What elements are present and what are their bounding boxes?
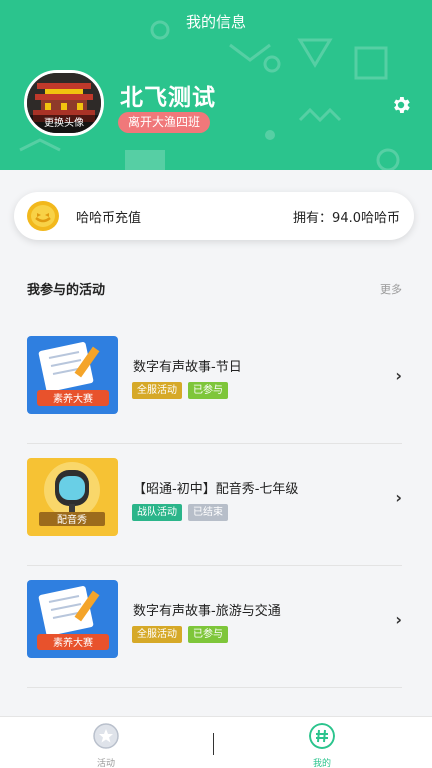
tag-status: 已参与 <box>188 626 228 643</box>
section-title: 我参与的活动 <box>27 283 106 298</box>
hash-icon <box>309 723 335 749</box>
activity-title: 数字有声故事-节日 <box>133 360 242 375</box>
thumb-label: 配音秀 <box>57 513 87 526</box>
activity-item[interactable]: 素养大赛 数字有声故事-节日 全服活动 已参与 › <box>27 322 402 444</box>
tag-status: 已结束 <box>188 504 228 521</box>
chevron-right-icon: › <box>395 366 402 385</box>
thumb-label: 素养大赛 <box>53 636 93 649</box>
chevron-right-icon: › <box>395 610 402 629</box>
star-icon <box>93 723 119 749</box>
settings-gear-icon[interactable] <box>390 94 412 116</box>
avatar[interactable]: 更换头像 <box>24 70 104 136</box>
change-avatar-label[interactable]: 更换头像 <box>27 115 101 133</box>
tag-scope: 全服活动 <box>132 626 182 643</box>
thumb-label: 素养大赛 <box>53 392 93 405</box>
activity-item[interactable]: 素养大赛 数字有声故事-旅游与交通 全服活动 已参与 › <box>27 566 402 688</box>
activity-title: 【昭通-初中】配音秀-七年级 <box>133 482 299 497</box>
coin-recharge-card[interactable]: 哈哈币充值 拥有：94.0哈哈币 <box>14 192 414 240</box>
activity-thumbnail: 素养大赛 <box>27 580 118 658</box>
user-name: 北飞测试 <box>120 85 216 111</box>
activity-thumbnail: 素养大赛 <box>27 336 118 414</box>
chevron-right-icon: › <box>395 488 402 507</box>
coin-icon <box>27 201 59 231</box>
nav-divider <box>213 733 214 755</box>
page-title: 我的信息 <box>185 12 246 31</box>
nav-label: 我的 <box>312 759 331 768</box>
nav-mine[interactable]: 我的 <box>292 723 352 768</box>
nav-label: 活动 <box>96 759 115 768</box>
activity-title: 数字有声故事-旅游与交通 <box>133 604 281 619</box>
more-link[interactable]: 更多 <box>380 281 402 297</box>
class-badge: 离开大渔四班 <box>118 112 211 133</box>
nav-activities[interactable]: 活动 <box>76 723 136 768</box>
profile-header: 我的信息 更换头像 北飞测试 离开大渔四班 <box>0 0 432 170</box>
bottom-nav: 活动 我的 <box>0 716 432 768</box>
activity-thumbnail: 配音秀 <box>27 458 118 536</box>
tag-scope: 全服活动 <box>132 382 182 399</box>
coin-recharge-label: 哈哈币充值 <box>76 211 142 226</box>
activity-item[interactable]: 配音秀 【昭通-初中】配音秀-七年级 战队活动 已结束 › <box>27 444 402 566</box>
coin-balance: 拥有：94.0哈哈币 <box>293 211 400 226</box>
tag-status: 已参与 <box>188 382 228 399</box>
tag-scope: 战队活动 <box>132 504 182 521</box>
